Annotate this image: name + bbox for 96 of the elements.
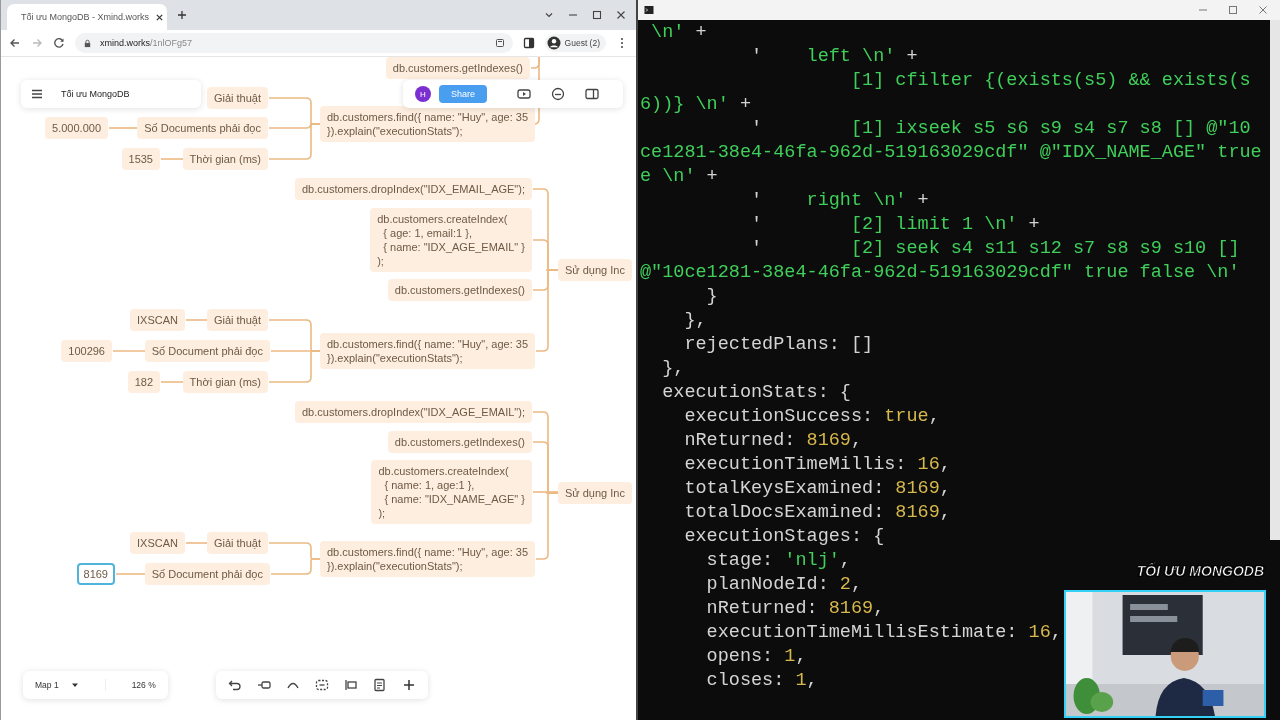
topic-node[interactable]: Thời gian (ms)	[182, 148, 268, 170]
browser-tab[interactable]: Tối ưu MongoDB - Xmind.works	[7, 4, 167, 30]
address-bar[interactable]: xmind.works/1nlOFg57	[75, 33, 513, 53]
code-line: ce1281-38e4-46fa-962d-519163029cdf" @"IDX_NAME_AGE" true	[640, 141, 1262, 165]
undo-icon[interactable]	[228, 678, 242, 692]
connector-line	[112, 350, 147, 352]
maximize-icon[interactable]	[592, 10, 602, 20]
person-icon	[546, 36, 561, 50]
topic-node[interactable]: 182	[127, 371, 160, 393]
add-icon[interactable]	[402, 678, 416, 692]
panel-icon[interactable]	[585, 87, 600, 101]
topic-node[interactable]: 5.000.000	[45, 117, 108, 139]
code-line: nReturned: 8169,	[683, 429, 863, 453]
topic-node[interactable]: 1535	[121, 148, 160, 170]
code-line: executionTimeMillis: 16,	[683, 453, 951, 477]
connector-line	[160, 381, 185, 383]
menu-icon[interactable]	[31, 88, 43, 100]
document-title: Tối ưu MongoDB	[61, 89, 130, 99]
code-line: 6))} \n' +	[640, 93, 752, 117]
code-line: rejectedPlans: []	[683, 333, 874, 357]
frame-icon[interactable]	[315, 678, 329, 692]
align-icon[interactable]	[344, 678, 358, 692]
code-line: planNodeId: 2,	[705, 573, 863, 597]
connector-line	[160, 158, 185, 160]
topic-node[interactable]: Sử dụng Inc	[558, 259, 632, 281]
code-line: ' [2] limit 1 \n' +	[750, 213, 1040, 237]
play-icon[interactable]	[517, 87, 532, 101]
topic-node[interactable]: db.customers.createIndex( { name: 1, age:1 }, { name: "IDX_NAME_AGE" } );	[371, 460, 532, 524]
topic-node[interactable]: Số Document phải đọc	[144, 340, 270, 362]
scrollbar[interactable]	[1270, 20, 1280, 540]
topic-node[interactable]: db.customers.createIndex( { age: 1, email:1 }, { name: "IDX_AGE_EMAIL" } );	[370, 208, 532, 272]
topic-node[interactable]: 8169	[76, 563, 115, 585]
code-line: }	[705, 285, 718, 309]
topic-node[interactable]: Giải thuật	[206, 309, 268, 331]
code-line: totalKeysExamined: 8169,	[683, 477, 951, 501]
topic-node[interactable]: IXSCAN	[130, 532, 185, 554]
subtopic-icon[interactable]	[257, 678, 271, 692]
caret-icon[interactable]	[70, 681, 79, 689]
code-line: ' left \n' +	[750, 45, 918, 69]
chevron-icon[interactable]	[544, 10, 554, 20]
connector-line	[185, 542, 209, 544]
topic-node[interactable]: db.customers.dropIndex("IDX_EMAIL_AGE");	[295, 178, 532, 200]
topic-node[interactable]: db.customers.dropIndex("IDX_AGE_EMAIL");	[295, 401, 532, 423]
tab-icon[interactable]	[494, 38, 505, 48]
topic-node[interactable]: db.customers.find({ name: "Huy", age: 35 }).explain("executionStats");	[319, 106, 535, 142]
code-line: },	[683, 309, 707, 333]
side-panel-icon[interactable]	[522, 37, 535, 49]
connector-line	[270, 558, 322, 575]
url-text: xmind.works/1nlOFg57	[100, 38, 193, 48]
code-line: executionStages: {	[683, 525, 885, 549]
user-avatar[interactable]: H	[415, 86, 431, 102]
topic-node[interactable]: db.customers.find({ name: "Huy", age: 35 }).explain("executionStats");	[319, 333, 535, 369]
code-line: closes: 1,	[705, 669, 818, 693]
code-line: opens: 1,	[705, 645, 807, 669]
topic-node[interactable]: db.customers.getIndexes()	[385, 57, 530, 79]
connector-line	[108, 127, 139, 129]
code-line: executionSuccess: true,	[683, 405, 940, 429]
topic-node[interactable]: db.customers.getIndexes()	[387, 431, 532, 453]
code-line: executionStats: {	[661, 381, 851, 405]
code-line: ' [2] seek s4 s11 s12 s7 s8 s9 s10 []	[750, 237, 1240, 261]
close-icon[interactable]	[155, 12, 165, 22]
code-line: },	[661, 357, 685, 381]
topic-node[interactable]: Sử dụng Inc	[558, 482, 632, 504]
terminal-icon	[644, 5, 654, 15]
topic-node[interactable]: Số Documents phải đọc	[137, 117, 268, 139]
connector-line	[115, 573, 147, 575]
new-tab-icon[interactable]	[177, 10, 187, 20]
topic-node[interactable]: IXSCAN	[130, 309, 185, 331]
topic-node[interactable]: db.customers.getIndexes()	[387, 279, 532, 301]
code-line: ' right \n' +	[750, 189, 929, 213]
code-line: e \n' +	[640, 165, 718, 189]
topic-node[interactable]: Giải thuật	[206, 87, 268, 109]
video-caption: TỐI ƯU MONGODB	[1136, 563, 1264, 579]
topic-node[interactable]: Thời gian (ms)	[182, 371, 268, 393]
back-icon[interactable]	[9, 37, 21, 49]
code-line: \n' +	[650, 21, 707, 45]
lock-icon	[83, 38, 92, 48]
code-line: nReturned: 8169,	[705, 597, 885, 621]
connector-line	[185, 319, 209, 321]
close-icon[interactable]	[616, 10, 626, 20]
code-line: totalDocsExamined: 8169,	[683, 501, 951, 525]
maximize-icon[interactable]	[1228, 5, 1238, 15]
code-line: stage: 'nlj',	[705, 549, 851, 573]
code-line: [1] cfilter {(exists(s5) && exists(s	[849, 69, 1251, 93]
note-icon[interactable]	[373, 678, 387, 692]
profile-button[interactable]: Guest (2)	[544, 34, 606, 52]
topic-node[interactable]: db.customers.find({ name: "Huy", age: 35 }).explain("executionStats");	[319, 541, 535, 577]
sheet-tab[interactable]: Map 1	[35, 680, 59, 690]
topic-node[interactable]: 100296	[61, 340, 112, 362]
code-line: executionTimeMillisEstimate: 16,	[705, 621, 1062, 645]
topic-node[interactable]: Số Document phải đọc	[144, 563, 270, 585]
code-line: ' [1] ixseek s5 s6 s9 s4 s7 s8 [] @"10	[750, 117, 1251, 141]
code-line: @"10ce1281-38e4-46fa-962d-519163029cdf" true false \n'	[640, 261, 1240, 285]
zoom-level[interactable]: 126 %	[131, 680, 156, 690]
topic-node[interactable]: Giải thuật	[206, 532, 268, 554]
reload-icon[interactable]	[53, 37, 65, 49]
